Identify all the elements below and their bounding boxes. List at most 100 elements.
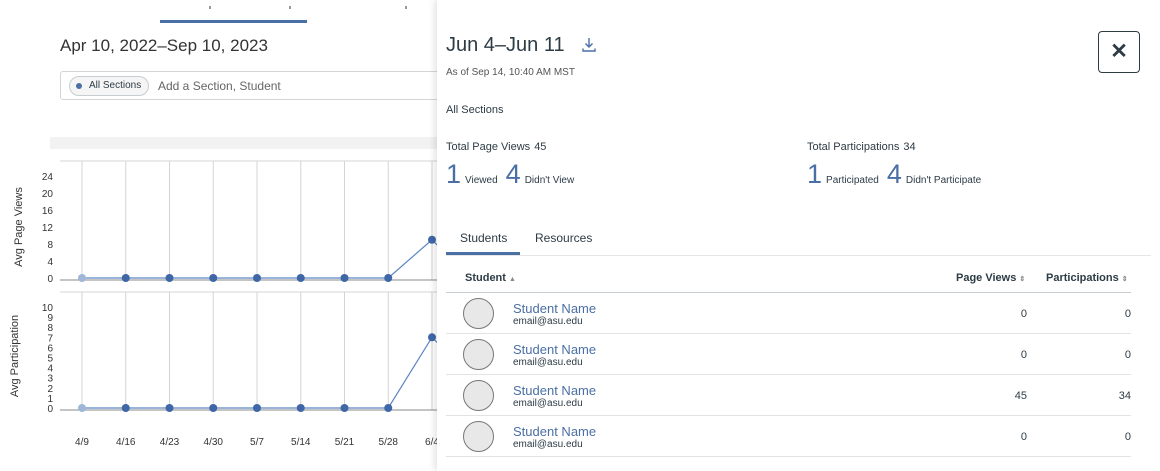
x-tick-label: 5/28 [379, 437, 399, 448]
participated-count: 1 [807, 159, 823, 189]
student-column-header[interactable]: Student ▲ [465, 272, 516, 284]
student-email: email@asu.edu [513, 439, 583, 450]
download-icon[interactable] [581, 36, 597, 54]
avatar [463, 421, 494, 452]
y-tick-label: 9 [47, 313, 53, 324]
table-row: Student Name email@asu.edu 45 34 [446, 375, 1131, 416]
section-pill-label: All Sections [89, 80, 142, 91]
table-row: Student Name email@asu.edu 0 0 [446, 293, 1131, 334]
participations-value: 0 [1124, 431, 1131, 443]
page-views-value: 0 [1020, 308, 1027, 320]
sort-icon: ⇕ [1019, 276, 1026, 283]
avatar [463, 380, 494, 411]
y-tick-label: 0 [47, 274, 53, 285]
student-email: email@asu.edu [513, 357, 583, 368]
student-name-link[interactable]: Student Name [513, 301, 596, 316]
sort-icon: ⇕ [1121, 276, 1128, 283]
didnt-participate-count: 4 [886, 159, 902, 189]
student-name-link[interactable]: Student Name [513, 383, 596, 398]
data-point[interactable] [340, 404, 349, 412]
data-point[interactable] [78, 404, 86, 412]
data-point[interactable] [384, 274, 393, 282]
data-point[interactable] [253, 404, 261, 412]
y-tick-label: 5 [47, 354, 53, 365]
student-name-link[interactable]: Student Name [513, 424, 596, 439]
data-point[interactable] [253, 274, 261, 282]
y-tick-label: 12 [42, 223, 54, 234]
viewed-label: Viewed [465, 175, 498, 186]
y-tick-label: 20 [42, 189, 54, 200]
data-point[interactable] [296, 274, 305, 282]
participations-value: 0 [1124, 308, 1131, 320]
data-point[interactable] [340, 274, 349, 282]
y-tick-label: 1 [47, 394, 53, 405]
data-point[interactable] [121, 404, 130, 412]
student-email: email@asu.edu [513, 398, 583, 409]
data-point[interactable] [296, 404, 305, 412]
tabs-divider [446, 255, 1151, 256]
y-tick-label: 0 [47, 404, 53, 415]
y-tick-label: 24 [42, 172, 54, 183]
x-tick-label: 4/30 [204, 437, 224, 448]
x-tick-label: 4/9 [75, 437, 89, 448]
y-tick-label: 6 [47, 343, 53, 354]
didnt-view-count: 4 [505, 159, 521, 189]
y-tick-label: 10 [42, 303, 54, 314]
y-tick-label: 3 [47, 374, 53, 385]
page-views-value: 0 [1020, 349, 1027, 361]
tab-separator [289, 6, 291, 9]
participations-column-header[interactable]: Participations ⇕ [1046, 272, 1128, 284]
data-point[interactable] [165, 274, 174, 282]
section-pill[interactable]: All Sections [69, 76, 150, 96]
data-point[interactable] [209, 274, 218, 282]
pill-dot-icon [76, 83, 82, 89]
filter-placeholder[interactable]: Add a Section, Student [158, 79, 281, 93]
y-tick-label: 4 [47, 364, 53, 375]
participated-label: Participated [826, 175, 879, 186]
tab-students[interactable]: Students [460, 231, 507, 245]
chart-toolbar-strip [50, 137, 450, 149]
tab-separator [209, 6, 211, 9]
viewed-count: 1 [446, 159, 462, 189]
x-tick-label: 4/23 [160, 437, 180, 448]
data-point[interactable] [384, 404, 393, 412]
y-tick-label: 2 [47, 384, 53, 395]
tab-resources[interactable]: Resources [535, 231, 592, 245]
page-views-column-header[interactable]: Page Views ⇕ [956, 272, 1025, 284]
section-filter-input[interactable]: All Sections Add a Section, Student [60, 71, 460, 100]
didnt-participate-label: Didn't Participate [905, 175, 982, 186]
active-tab-indicator [160, 20, 307, 23]
page-views-total: Total Page Views 45 [446, 141, 547, 153]
sort-ascending-icon: ▲ [508, 276, 516, 283]
x-tick-label: 5/14 [291, 437, 311, 448]
student-email: email@asu.edu [513, 316, 583, 327]
table-row: Student Name email@asu.edu 0 0 [446, 334, 1131, 375]
x-tick-label: 5/7 [250, 437, 264, 448]
sections-label: All Sections [446, 104, 504, 116]
avatar [463, 298, 494, 329]
x-tick-label: 4/16 [116, 437, 136, 448]
data-point[interactable] [78, 274, 86, 282]
date-range: Apr 10, 2022–Sep 10, 2023 [60, 36, 268, 55]
data-point[interactable] [121, 274, 130, 282]
didnt-view-label: Didn't View [524, 175, 575, 186]
y-tick-label: 4 [47, 257, 53, 268]
as-of-timestamp: As of Sep 14, 10:40 AM MST [446, 67, 575, 78]
participations-value: 34 [1118, 390, 1131, 402]
close-button[interactable]: ✕ [1098, 31, 1140, 73]
data-point[interactable] [428, 235, 436, 244]
y-tick-label: 8 [47, 323, 53, 334]
page-views-value: 45 [1014, 390, 1027, 402]
y-tick-label: 7 [47, 333, 53, 344]
data-point[interactable] [209, 404, 218, 412]
participations-value: 0 [1124, 349, 1131, 361]
x-tick-label: 5/21 [335, 437, 355, 448]
participations-summary: Total Participations 34 1 Participated 4 … [807, 141, 989, 189]
student-name-link[interactable]: Student Name [513, 342, 596, 357]
tray-title: Jun 4–Jun 11 [446, 34, 565, 56]
data-point[interactable] [165, 404, 174, 412]
tab-separator [405, 6, 407, 9]
avatar [463, 339, 494, 370]
week-detail-tray: Jun 4–Jun 11 As of Sep 14, 10:40 AM MST … [437, 0, 1160, 471]
data-point[interactable] [428, 333, 436, 342]
